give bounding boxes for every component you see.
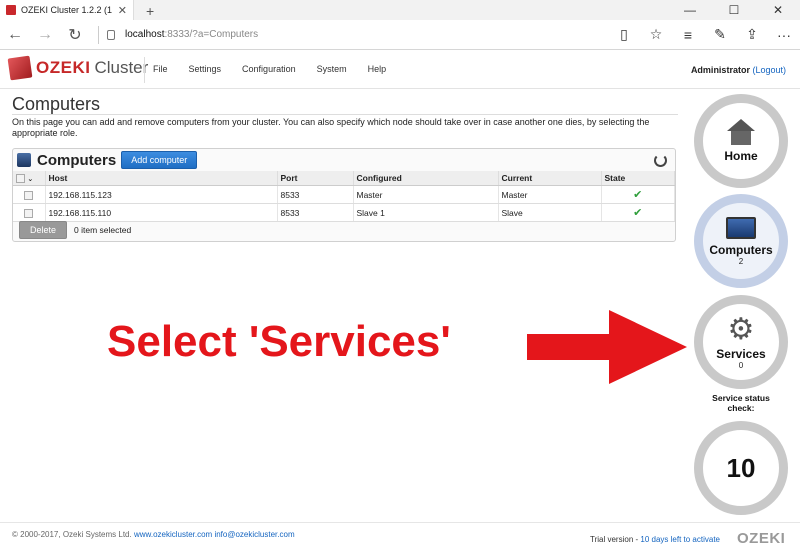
home-icon xyxy=(727,119,755,131)
column-header-configured[interactable]: Configured xyxy=(353,171,499,187)
computers-panel: Computers Add computer ⌄ Host Port Confi… xyxy=(12,148,676,242)
window-controls: — ☐ ✕ xyxy=(668,0,800,20)
refresh-icon[interactable] xyxy=(654,153,667,167)
panel-header: Computers Add computer xyxy=(13,149,675,171)
row-checkbox[interactable] xyxy=(24,190,34,200)
reading-view-icon[interactable]: ▯ xyxy=(608,26,640,43)
computers-table: ⌄ Host Port Configured Current State 192… xyxy=(13,171,675,223)
select-all-checkbox[interactable] xyxy=(16,174,25,184)
minimize-icon[interactable]: — xyxy=(668,0,712,20)
logo-brand: OZEKI xyxy=(36,58,91,77)
share-icon[interactable]: ⇪ xyxy=(736,26,768,43)
maximize-icon[interactable]: ☐ xyxy=(712,0,756,20)
header-divider xyxy=(144,57,145,83)
back-icon[interactable]: ← xyxy=(0,26,30,44)
menu-configuration[interactable]: Configuration xyxy=(242,64,296,74)
cell-current: Master xyxy=(498,185,602,205)
annotation-text: Select 'Services' xyxy=(107,317,451,366)
trial-info: Trial version - 10 days left to activate xyxy=(590,535,720,544)
column-header-current[interactable]: Current xyxy=(498,171,602,187)
refresh-page-icon[interactable]: ↻ xyxy=(60,25,90,45)
more-icon[interactable]: ··· xyxy=(768,27,800,43)
forward-icon[interactable]: → xyxy=(30,26,60,44)
cell-host: 192.168.115.123 xyxy=(45,185,278,205)
selection-count: 0 item selected xyxy=(74,225,132,235)
menu-settings[interactable]: Settings xyxy=(189,64,222,74)
logo-product: Cluster xyxy=(94,58,149,77)
footer-logo: OZEKI xyxy=(737,530,786,547)
browser-navbar: ← → ↻ localhost:8333/?a=Computers ▯ ☆ ≡ … xyxy=(0,20,800,50)
url-host: localhost xyxy=(125,29,165,40)
page-description: On this page you can add and remove comp… xyxy=(12,117,650,138)
favorite-star-icon[interactable]: ☆ xyxy=(640,26,672,43)
logo-cube-icon xyxy=(7,55,33,81)
close-tab-icon[interactable]: ✕ xyxy=(112,4,133,17)
email-link[interactable]: info@ozekicluster.com xyxy=(214,530,294,539)
table-header-row: ⌄ Host Port Configured Current State xyxy=(13,171,675,187)
computers-label: Computers xyxy=(709,242,773,257)
menu-help[interactable]: Help xyxy=(368,64,387,74)
user-info: Administrator (Logout) xyxy=(691,65,786,75)
status-check-value: 10 xyxy=(726,452,756,483)
column-header-host[interactable]: Host xyxy=(45,171,278,187)
cell-port: 8533 xyxy=(277,185,354,205)
services-label: Services xyxy=(716,346,766,361)
computers-panel-icon xyxy=(17,153,31,167)
app-header: OZEKI Cluster File Settings Configuratio… xyxy=(0,51,800,89)
computers-nav-button[interactable]: Computers 2 xyxy=(694,194,788,288)
tab-title: OZEKI Cluster 1.2.2 (192 xyxy=(21,5,112,15)
column-header-state[interactable]: State xyxy=(601,171,675,187)
annotation-arrow-icon xyxy=(527,310,687,384)
browser-tab[interactable]: OZEKI Cluster 1.2.2 (192 ✕ xyxy=(0,0,134,20)
new-tab-icon[interactable]: + xyxy=(146,3,154,19)
add-computer-button[interactable]: Add computer xyxy=(121,151,198,169)
menu-system[interactable]: System xyxy=(317,64,347,74)
url-path: :8333/?a=Computers xyxy=(164,29,259,40)
state-ok-icon: ✔ xyxy=(601,185,675,205)
column-header-port[interactable]: Port xyxy=(277,171,354,187)
web-note-icon[interactable]: ✎ xyxy=(704,26,736,43)
computers-count: 2 xyxy=(738,256,744,266)
footer-divider xyxy=(0,522,800,523)
copyright: © 2000-2017, Ozeki Systems Ltd. www.ozek… xyxy=(12,530,295,539)
address-bar[interactable]: localhost:8333/?a=Computers xyxy=(107,29,258,40)
main-menu: File Settings Configuration System Help xyxy=(153,64,407,74)
select-all-header[interactable]: ⌄ xyxy=(13,171,46,187)
home-icon-body xyxy=(731,131,751,145)
home-label: Home xyxy=(724,149,758,163)
page-title: Computers xyxy=(12,94,101,114)
url-separator xyxy=(98,25,99,44)
delete-button[interactable]: Delete xyxy=(19,221,68,239)
cell-configured: Master xyxy=(353,185,499,205)
panel-footer: Delete 0 item selected xyxy=(13,219,675,241)
row-checkbox[interactable] xyxy=(24,208,34,218)
user-name: Administrator xyxy=(690,65,750,75)
close-window-icon[interactable]: ✕ xyxy=(756,0,800,20)
title-underline xyxy=(12,114,678,115)
computer-icon xyxy=(726,216,756,239)
site-link[interactable]: www.ozekicluster.com xyxy=(134,530,212,539)
menu-file[interactable]: File xyxy=(153,64,168,74)
service-status-label: Service status check: xyxy=(712,393,770,413)
logout-link[interactable]: (Logout) xyxy=(752,65,786,75)
activate-link[interactable]: 10 days left to activate xyxy=(640,535,720,544)
home-nav-button[interactable]: Home xyxy=(694,94,788,188)
service-status-check[interactable]: 10 xyxy=(694,421,788,515)
trial-text: Trial version - xyxy=(590,535,641,544)
page-info-icon[interactable] xyxy=(107,29,115,40)
ozeki-logo[interactable]: OZEKI Cluster xyxy=(7,55,149,81)
services-nav-button[interactable]: ⚙ Services 0 xyxy=(694,295,788,389)
gear-icon: ⚙ xyxy=(727,312,755,346)
browser-toolbar-right: ▯ ☆ ≡ ✎ ⇪ ··· xyxy=(608,26,800,43)
services-count: 0 xyxy=(738,360,744,370)
copyright-text: © 2000-2017, Ozeki Systems Ltd. xyxy=(12,530,132,539)
favicon-icon xyxy=(6,5,16,15)
table-row[interactable]: 192.168.115.123 8533 Master Master ✔ xyxy=(13,185,675,205)
hub-icon[interactable]: ≡ xyxy=(672,27,704,43)
chevron-down-icon[interactable]: ⌄ xyxy=(27,176,33,183)
panel-title: Computers xyxy=(37,151,117,169)
